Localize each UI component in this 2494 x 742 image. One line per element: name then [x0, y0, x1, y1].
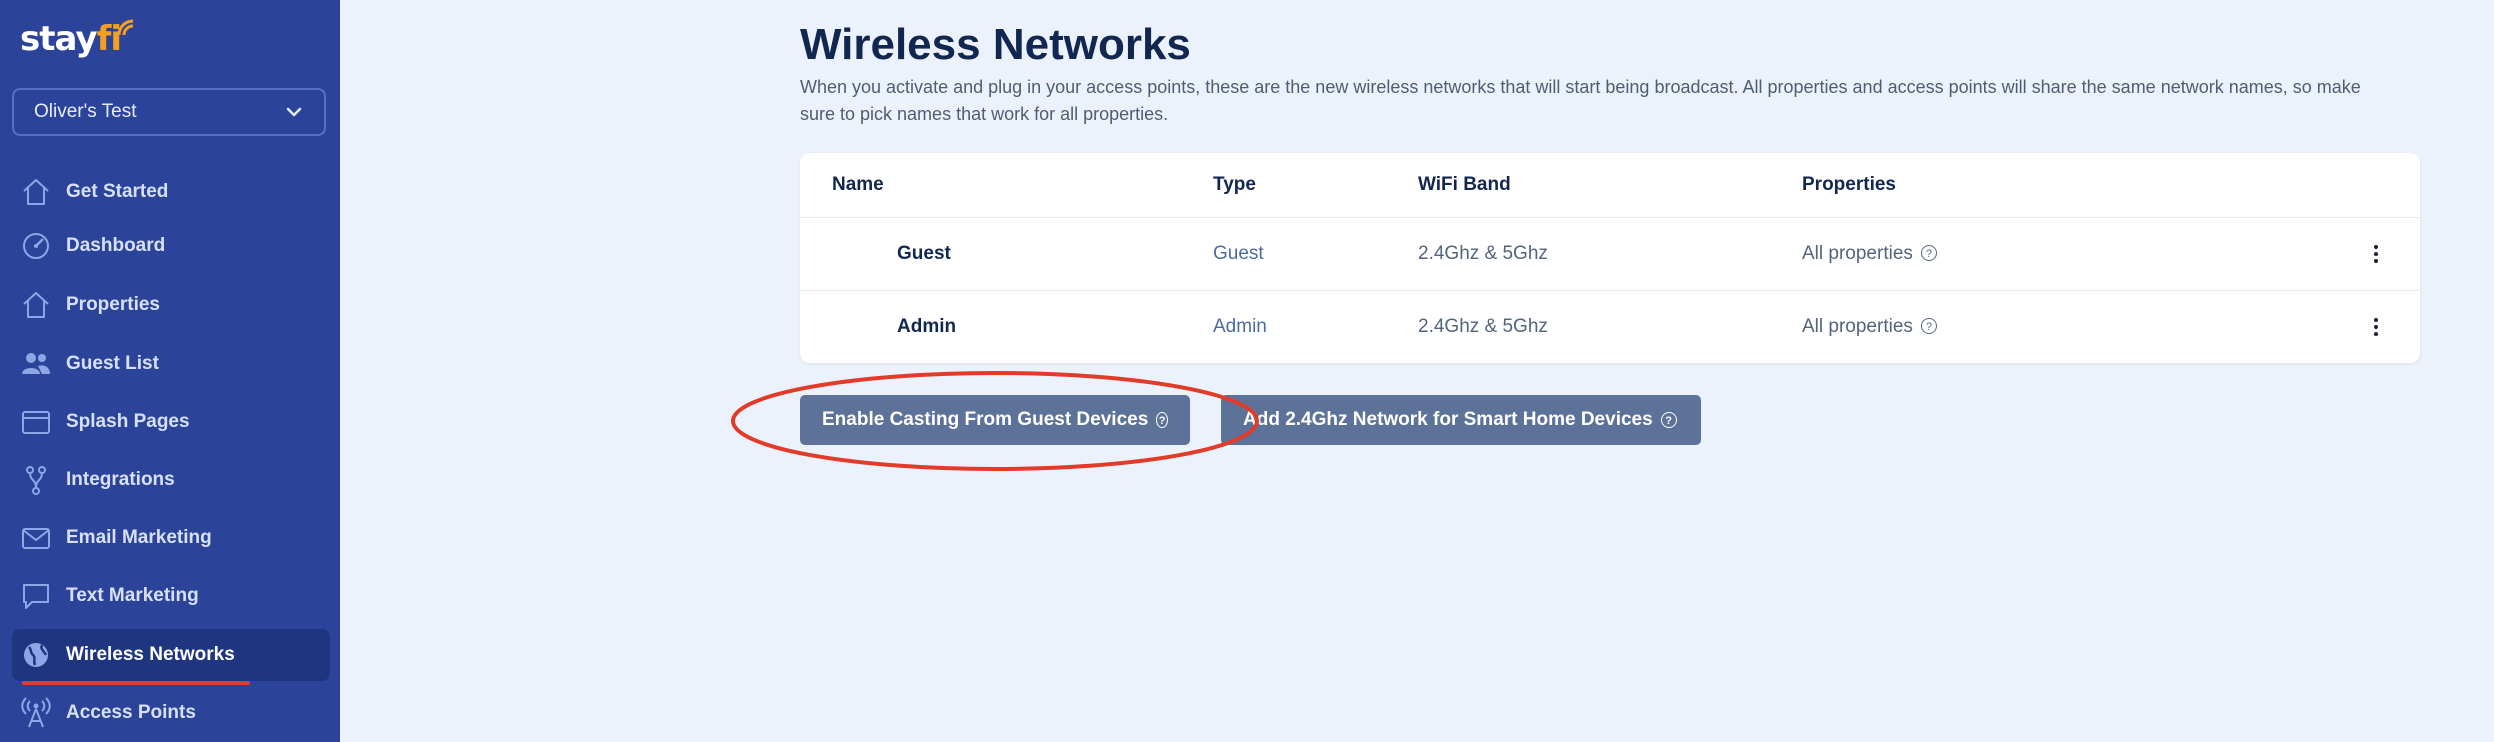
wifi-signal-icon	[117, 19, 134, 36]
row-menu-icon[interactable]	[2366, 240, 2386, 268]
account-selector[interactable]: Oliver's Test	[12, 88, 326, 136]
column-header-type[interactable]: Type	[1213, 174, 1256, 196]
add-network-label: Add 2.4Ghz Network for Smart Home Device…	[1243, 409, 1653, 430]
account-name: Oliver's Test	[34, 101, 137, 122]
table-row[interactable]: Guest Guest 2.4Ghz & 5Ghz All properties…	[800, 217, 2420, 291]
sidebar-item-label: Access Points	[66, 702, 196, 723]
fork-icon	[18, 462, 54, 498]
sidebar-item-label: Splash Pages	[66, 411, 190, 432]
browser-window-icon	[18, 404, 54, 440]
sidebar-item-access-points[interactable]: Access Points	[12, 687, 330, 739]
network-name: Guest	[897, 242, 951, 264]
sidebar: stay fi Oliver's Test Get Started Dashboa…	[0, 0, 340, 742]
sidebar-item-text-marketing[interactable]: Text Marketing	[12, 570, 330, 622]
home-icon	[18, 174, 54, 210]
sidebar-item-label: Properties	[66, 294, 160, 315]
column-header-wifi-band[interactable]: WiFi Band	[1418, 174, 1511, 196]
sidebar-item-email-marketing[interactable]: Email Marketing	[12, 512, 330, 564]
sidebar-item-label: Wireless Networks	[66, 644, 235, 665]
chevron-down-icon	[286, 107, 302, 117]
gauge-icon	[18, 228, 54, 264]
network-properties: All properties?	[1802, 316, 1937, 338]
page-description: When you activate and plug in your acces…	[800, 77, 2361, 124]
envelope-icon	[18, 520, 54, 556]
sidebar-item-dashboard[interactable]: Dashboard	[12, 220, 330, 272]
annotation-ellipse	[731, 371, 1259, 471]
network-band: 2.4Ghz & 5Ghz	[1418, 242, 1548, 264]
network-properties: All properties?	[1802, 243, 1937, 265]
add-smart-home-network-button[interactable]: Add 2.4Ghz Network for Smart Home Device…	[1221, 395, 1701, 445]
annotation-underline	[22, 681, 250, 685]
network-band: 2.4Ghz & 5Ghz	[1418, 315, 1548, 337]
sidebar-item-wireless-networks[interactable]: Wireless Networks	[12, 629, 330, 681]
sidebar-item-guest-list[interactable]: Guest List	[12, 338, 330, 390]
networks-table: Name Type WiFi Band Properties Guest Gue…	[800, 153, 2420, 363]
house-icon	[18, 287, 54, 323]
row-menu-icon[interactable]	[2366, 313, 2386, 341]
antenna-icon	[18, 695, 54, 731]
column-header-name[interactable]: Name	[832, 174, 884, 196]
network-name: Admin	[897, 315, 957, 337]
sidebar-item-splash-pages[interactable]: Splash Pages	[12, 396, 330, 448]
globe-icon	[18, 637, 54, 673]
users-icon	[18, 346, 54, 382]
sidebar-item-label: Text Marketing	[66, 585, 199, 606]
chat-bubble-icon	[18, 578, 54, 614]
sidebar-item-properties[interactable]: Properties	[12, 279, 330, 331]
sidebar-item-integrations[interactable]: Integrations	[12, 454, 330, 506]
help-icon: ?	[1660, 412, 1677, 428]
help-icon[interactable]: ?	[1920, 245, 1937, 262]
table-header: Name Type WiFi Band Properties	[800, 153, 2420, 218]
properties-label: All properties	[1802, 315, 1913, 337]
column-header-properties[interactable]: Properties	[1802, 174, 1896, 196]
logo-text: stay	[20, 19, 98, 59]
sidebar-item-label: Guest List	[66, 353, 159, 374]
sidebar-item-get-started[interactable]: Get Started	[12, 166, 330, 218]
sidebar-item-label: Integrations	[66, 469, 175, 490]
sidebar-item-label: Dashboard	[66, 235, 166, 256]
properties-label: All properties	[1802, 242, 1913, 264]
sidebar-item-label: Get Started	[66, 181, 169, 202]
stayfi-logo[interactable]: stay fi	[20, 14, 135, 64]
page-title: Wireless Networks	[800, 20, 1191, 69]
table-row[interactable]: Admin Admin 2.4Ghz & 5Ghz All properties…	[800, 290, 2420, 363]
network-type: Admin	[1213, 315, 1267, 337]
sidebar-item-label: Email Marketing	[66, 527, 212, 548]
network-type: Guest	[1213, 242, 1264, 264]
help-icon[interactable]: ?	[1920, 318, 1937, 335]
